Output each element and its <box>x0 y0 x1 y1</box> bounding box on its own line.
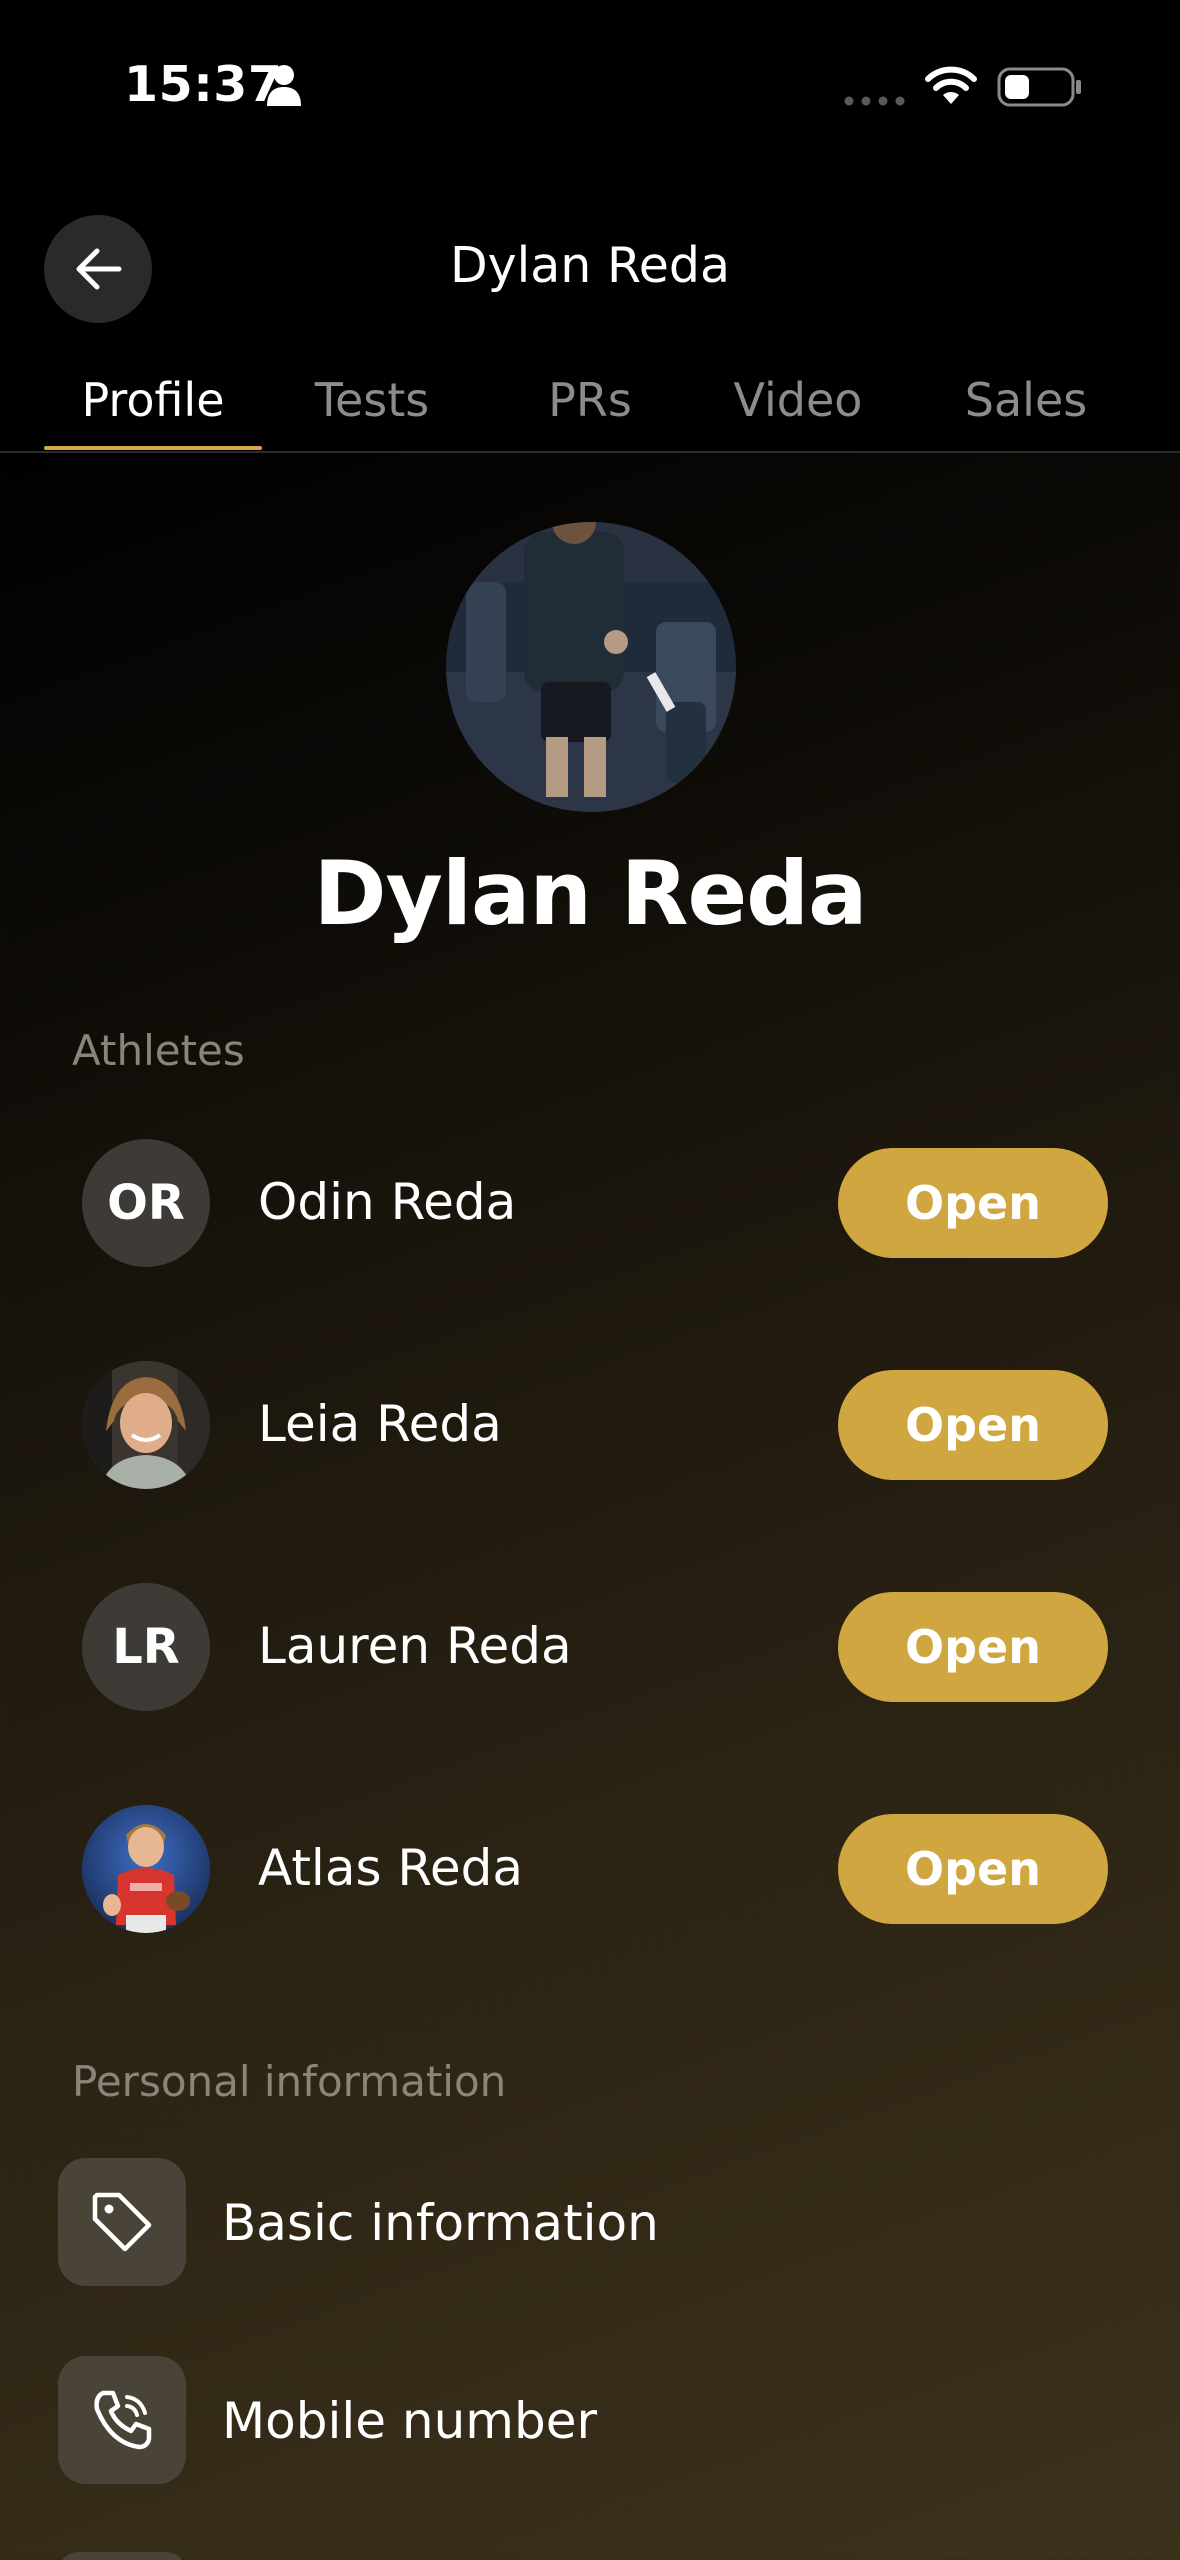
battery-icon <box>997 67 1081 107</box>
tab-tests[interactable]: Tests <box>282 373 462 445</box>
info-icon-box <box>58 2356 186 2484</box>
open-athlete-button[interactable]: Open <box>838 1370 1108 1480</box>
avatar: LR <box>82 1583 210 1711</box>
avatar: OR <box>82 1139 210 1267</box>
status-time: 15:37 <box>124 56 283 113</box>
athlete-row: OR Odin Reda Open <box>0 1139 1180 1267</box>
avatar <box>82 1805 210 1933</box>
nav-bar: Dylan Reda <box>0 175 1180 335</box>
active-tab-indicator <box>44 446 262 450</box>
avatar-photo <box>82 1361 210 1489</box>
profile-photo <box>446 522 736 812</box>
profile-name: Dylan Reda <box>313 842 867 945</box>
open-athlete-button[interactable]: Open <box>838 1592 1108 1702</box>
avatar <box>82 1361 210 1489</box>
info-row-basic-information[interactable]: Basic information <box>0 2158 1180 2286</box>
info-row-mobile-number[interactable]: Mobile number <box>0 2356 1180 2484</box>
athlete-name: Lauren Reda <box>258 1617 572 1675</box>
open-athlete-button[interactable]: Open <box>838 1148 1108 1258</box>
phone-icon <box>94 2390 152 2450</box>
wifi-icon <box>925 66 977 104</box>
tab-video[interactable]: Video <box>708 373 888 445</box>
info-label: Basic information <box>222 2194 659 2252</box>
profile-avatar[interactable] <box>446 522 736 812</box>
avatar-initials: OR <box>107 1175 185 1231</box>
tab-sales[interactable]: Sales <box>936 373 1116 445</box>
athlete-row: Leia Reda Open <box>0 1361 1180 1489</box>
athlete-name: Atlas Reda <box>258 1839 524 1897</box>
athletes-heading: Athletes <box>72 1026 245 1075</box>
avatar-photo <box>82 1805 210 1933</box>
athlete-row: Atlas Reda Open <box>0 1805 1180 1933</box>
tab-prs[interactable]: PRs <box>500 373 680 445</box>
page-title: Dylan Reda <box>449 237 731 294</box>
status-bar: 15:37 <box>0 0 1180 175</box>
open-athlete-button[interactable]: Open <box>838 1814 1108 1924</box>
tab-bar: Profile Tests PRs Video Sales <box>0 335 1180 453</box>
athlete-name: Leia Reda <box>258 1395 502 1453</box>
info-icon-box <box>58 2158 186 2286</box>
tag-icon <box>92 2192 152 2252</box>
athlete-name: Odin Reda <box>258 1173 517 1231</box>
info-label: Mobile number <box>222 2392 598 2450</box>
avatar-initials: LR <box>112 1619 180 1675</box>
tab-profile[interactable]: Profile <box>44 373 262 445</box>
info-icon-box-partial <box>58 2552 186 2560</box>
person-icon <box>267 65 301 106</box>
athlete-row: LR Lauren Reda Open <box>0 1583 1180 1711</box>
personal-info-heading: Personal information <box>72 2057 507 2106</box>
signal-dots-icon <box>844 96 905 106</box>
